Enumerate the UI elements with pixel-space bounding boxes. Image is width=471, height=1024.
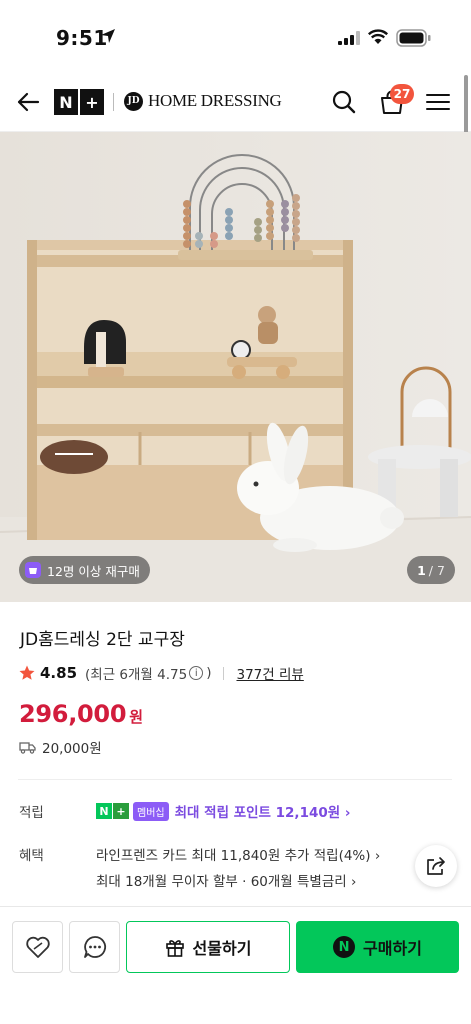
shipping-fee: 20,000원: [19, 737, 102, 757]
cart-count-badge: 27: [390, 84, 414, 104]
wishlist-button[interactable]: [12, 921, 63, 973]
badge-plus: +: [113, 803, 129, 819]
brand-name: HOME DRESSING: [148, 91, 282, 110]
battery-icon: [396, 29, 431, 47]
product-photo: [0, 132, 471, 602]
points-text: 최대 적립 포인트 12,140원 ›: [174, 805, 351, 821]
header-divider: [113, 93, 114, 111]
section-divider: [18, 779, 452, 780]
installment-benefit-link[interactable]: 최대 18개월 무이자 할부 · 60개월 특별금리 ›: [96, 870, 356, 890]
share-icon: [427, 857, 445, 875]
membership-points-link[interactable]: N + 멤버십 최대 적립 포인트 12,140원 ›: [96, 801, 350, 821]
naver-plus-badge: N +: [96, 803, 129, 819]
shipping-fee-text: 20,000원: [42, 741, 102, 757]
image-pager: 1 / 7: [407, 556, 455, 584]
star-icon: [19, 665, 35, 680]
rating-row: 4.85 (최근 6개월 4.75 i ) 377건 리뷰: [18, 663, 304, 683]
hamburger-menu-icon: [426, 94, 450, 110]
price: 296,000 원: [19, 700, 143, 728]
points-label: 적립: [19, 805, 44, 821]
review-count-link[interactable]: 377건 리뷰: [236, 663, 303, 683]
repurchase-badge: 12명 이상 재구매: [19, 556, 150, 584]
product-title: JD홈드레싱 2단 교구장: [20, 630, 185, 650]
product-image-carousel[interactable]: [0, 132, 471, 602]
talk-inquiry-button[interactable]: [69, 921, 120, 973]
badge-n: N: [96, 803, 112, 819]
search-button[interactable]: [328, 72, 360, 132]
logo-plus: +: [80, 89, 104, 115]
info-icon[interactable]: i: [189, 666, 204, 680]
buy-button-label: 구매하기: [363, 939, 422, 958]
logo-n: N: [54, 89, 78, 115]
recent-rating: (최근 6개월 4.75: [85, 667, 188, 683]
naver-pay-icon: N: [333, 936, 356, 958]
gift-button-label: 선물하기: [192, 939, 252, 958]
location-arrow-icon: [101, 29, 115, 43]
buy-now-button[interactable]: N 구매하기: [296, 921, 459, 973]
recent-rating-close: ): [206, 665, 212, 681]
menu-button[interactable]: [421, 72, 455, 132]
back-button[interactable]: [10, 72, 46, 132]
card-benefit-link[interactable]: 라인프렌즈 카드 최대 11,840원 추가 적립(4%) ›: [96, 844, 380, 864]
wifi-icon: [367, 29, 389, 44]
price-unit: 원: [129, 708, 144, 726]
gift-icon: [165, 940, 184, 957]
chat-bubble-icon: [83, 936, 106, 958]
gift-button[interactable]: 선물하기: [126, 921, 290, 973]
price-value: 296,000: [19, 700, 127, 728]
brand-store-link[interactable]: JD HOME DRESSING: [124, 91, 282, 111]
heart-icon: [25, 936, 50, 958]
total-pages: / 7: [428, 562, 445, 578]
status-bar: 9:51: [0, 0, 471, 72]
cellular-signal-icon: [338, 31, 360, 45]
naver-plus-store-logo[interactable]: N +: [54, 89, 104, 115]
brand-logo-icon: JD: [124, 91, 143, 111]
share-button[interactable]: [415, 845, 457, 887]
rating-separator: [223, 666, 225, 680]
top-navigation: N + JD HOME DRESSING 27: [0, 72, 471, 132]
rating-score: 4.85: [40, 664, 78, 682]
benefits-label: 혜택: [19, 848, 44, 864]
search-icon: [332, 90, 356, 114]
arrow-left-icon: [17, 92, 40, 112]
delivery-truck-icon: [19, 741, 36, 754]
current-page: 1: [417, 562, 426, 578]
repurchase-text: 12명 이상 재구매: [47, 563, 140, 579]
membership-tag: 멤버십: [133, 801, 169, 821]
shopping-bag-icon: [25, 562, 41, 578]
